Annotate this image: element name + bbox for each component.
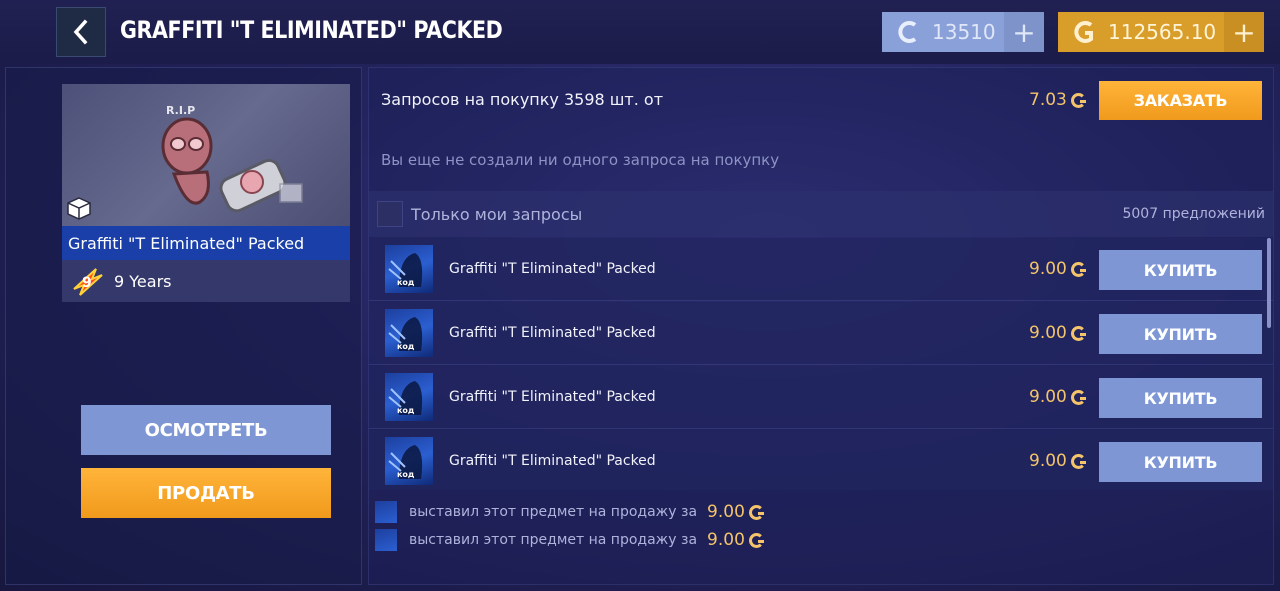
offer-price: 9.00 (1029, 387, 1086, 407)
item-card: R.I.P Graffiti "T Eliminated" Packed 9 9… (62, 84, 350, 302)
svg-text:R.I.P: R.I.P (166, 104, 195, 117)
history-text: выставил этот предмет на продажу за (409, 532, 698, 548)
offer-name: Graffiti "T Eliminated" Packed (449, 325, 656, 341)
silver-balance[interactable]: 13510 + (882, 12, 1044, 52)
offer-price: 9.00 (1029, 323, 1086, 343)
offer-price-value: 9.00 (1029, 259, 1067, 279)
item-image: R.I.P (62, 84, 350, 226)
seller-avatar (375, 529, 397, 551)
gold-coin-icon (748, 532, 764, 548)
market-panel: Запросов на покупку 3598 шт. от 7.03 ЗАК… (368, 67, 1274, 585)
svg-text:9: 9 (82, 275, 92, 291)
thumb-label: код (397, 342, 415, 351)
collection-label: 9 Years (114, 271, 172, 291)
offer-price: 9.00 (1029, 259, 1086, 279)
page-title: GRAFFITI "T ELIMINATED" PACKED (120, 16, 503, 44)
back-button[interactable] (56, 7, 106, 57)
seller-avatar: код (385, 373, 433, 421)
no-requests-message: Вы еще не создали ни одного запроса на п… (381, 151, 780, 169)
offer-price-value: 9.00 (1029, 323, 1067, 343)
silver-coin-icon (898, 21, 917, 43)
offers-count: 5007 предложений (1122, 206, 1265, 222)
history-price: 9.00 (707, 530, 764, 550)
offer-name: Graffiti "T Eliminated" Packed (449, 453, 656, 469)
gold-coin-icon (1074, 21, 1093, 43)
seller-avatar: код (385, 437, 433, 485)
filter-row: Только мои запросы 5007 предложений (369, 191, 1273, 237)
inspect-button[interactable]: ОСМОТРЕТЬ (81, 405, 331, 455)
silver-balance-value: 13510 (932, 20, 996, 44)
gold-coin-icon (1070, 261, 1086, 277)
list-item: код Graffiti "T Eliminated" Packed 9.00 … (369, 238, 1273, 301)
item-collection: 9 9 Years (62, 260, 350, 302)
buy-requests-text: Запросов на покупку 3598 шт. от (381, 90, 664, 109)
nine-years-badge-icon: 9 (73, 268, 103, 296)
offer-price-value: 9.00 (1029, 387, 1067, 407)
thumb-label: код (397, 470, 415, 479)
box-icon (67, 197, 91, 220)
order-button[interactable]: ЗАКАЗАТЬ (1099, 81, 1262, 120)
seller-avatar: код (385, 309, 433, 357)
history-price: 9.00 (707, 502, 764, 522)
buy-requests-price: 7.03 (1029, 90, 1086, 110)
history-price-value: 9.00 (707, 530, 745, 550)
offers-scrollbar[interactable] (1267, 238, 1271, 328)
list-item: код Graffiti "T Eliminated" Packed 9.00 … (369, 366, 1273, 429)
history-item: выставил этот предмет на продажу за 9.00 (375, 500, 764, 524)
offer-price: 9.00 (1029, 451, 1086, 471)
item-name: Graffiti "T Eliminated" Packed (62, 226, 350, 260)
offers-list[interactable]: код Graffiti "T Eliminated" Packed 9.00 … (369, 238, 1273, 490)
buy-requests-price-value: 7.03 (1029, 90, 1067, 110)
buy-button[interactable]: КУПИТЬ (1099, 442, 1262, 482)
offer-name: Graffiti "T Eliminated" Packed (449, 261, 656, 277)
list-item: код Graffiti "T Eliminated" Packed 9.00 … (369, 302, 1273, 365)
gold-balance[interactable]: 112565.10 + (1058, 12, 1264, 52)
list-item: код Graffiti "T Eliminated" Packed 9.00 … (369, 430, 1273, 490)
only-mine-label[interactable]: Только мои запросы (411, 205, 582, 224)
offer-price-value: 9.00 (1029, 451, 1067, 471)
history-text: выставил этот предмет на продажу за (409, 504, 698, 520)
gold-coin-icon (1070, 389, 1086, 405)
only-mine-checkbox[interactable] (377, 201, 403, 227)
thumb-label: код (397, 406, 415, 415)
top-bar: GRAFFITI "T ELIMINATED" PACKED 13510 + 1… (0, 0, 1280, 64)
graffiti-artwork: R.I.P (161, 104, 303, 213)
gold-coin-icon (1070, 325, 1086, 341)
chevron-left-icon (73, 19, 88, 45)
seller-avatar: код (385, 245, 433, 293)
gold-balance-value: 112565.10 (1108, 20, 1217, 44)
history-item: выставил этот предмет на продажу за 9.00 (375, 528, 764, 552)
gold-coin-icon (1070, 92, 1086, 108)
seller-avatar (375, 501, 397, 523)
buy-button[interactable]: КУПИТЬ (1099, 250, 1262, 290)
offer-name: Graffiti "T Eliminated" Packed (449, 389, 656, 405)
gold-coin-icon (748, 504, 764, 520)
add-gold-button[interactable]: + (1224, 12, 1264, 52)
buy-button[interactable]: КУПИТЬ (1099, 314, 1262, 354)
item-panel: R.I.P Graffiti "T Eliminated" Packed 9 9… (5, 67, 362, 585)
add-silver-button[interactable]: + (1004, 12, 1044, 52)
history-price-value: 9.00 (707, 502, 745, 522)
gold-coin-icon (1070, 453, 1086, 469)
buy-button[interactable]: КУПИТЬ (1099, 378, 1262, 418)
thumb-label: код (397, 278, 415, 287)
sales-history: выставил этот предмет на продажу за 9.00… (369, 494, 1273, 584)
buy-requests-row: Запросов на покупку 3598 шт. от 7.03 ЗАК… (369, 68, 1273, 132)
sell-button[interactable]: ПРОДАТЬ (81, 468, 331, 518)
